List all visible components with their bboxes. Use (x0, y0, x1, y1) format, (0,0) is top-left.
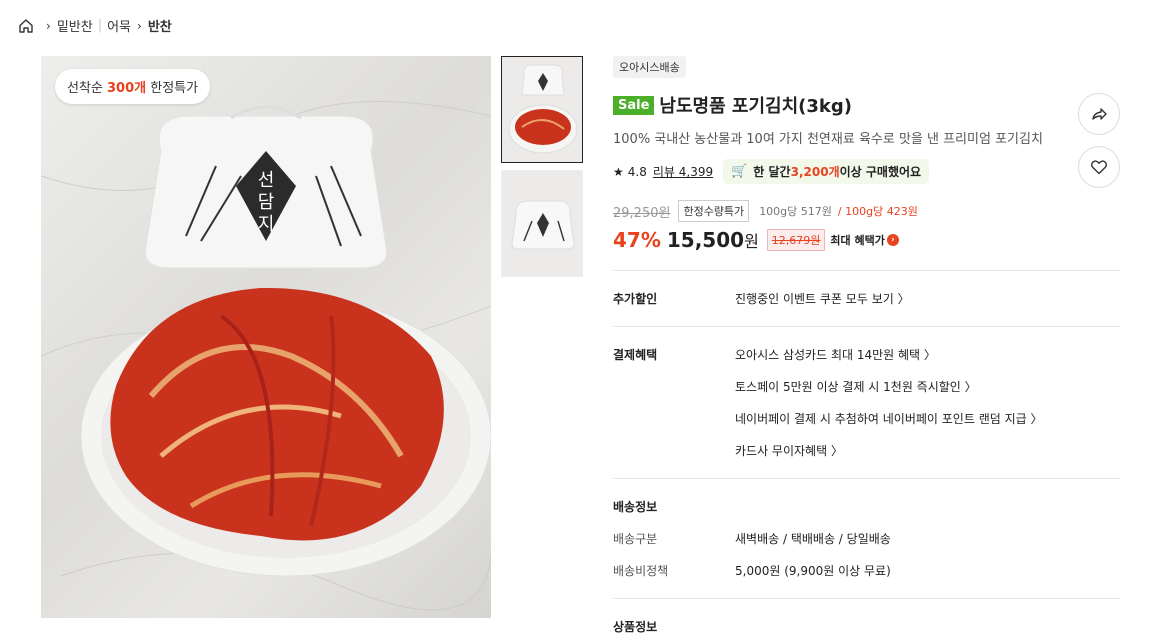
extra-discount-label: 추가할인 (613, 292, 658, 306)
product-title: 남도명품 포기김치(3kg) (659, 96, 853, 117)
breadcrumb: › 밑반찬 | 어묵 › 반찬 (18, 16, 172, 35)
rating-value: 4.8 (627, 164, 647, 179)
badge-prefix: 선착순 (67, 81, 108, 96)
kimchi-photo: 선 담 지 (41, 100, 491, 611)
price-meta-row: 29,250원 한정수량특가 100g당 517원 / 100g당 423원 (613, 200, 1120, 222)
original-price: 29,250원 (613, 205, 671, 221)
shipping-fee-value: 5,000원 (9,900원 이상 무료) (735, 564, 891, 578)
sale-badge: Sale (613, 95, 655, 115)
chevron-right-icon: › (46, 18, 51, 33)
sale-price: 15,500원 (667, 228, 759, 252)
divider (613, 598, 1120, 599)
shipping-method-row: 배송구분 새벽배송 / 택배배송 / 당일배송 (613, 530, 1120, 547)
badge-highlight: 300개 (107, 81, 147, 96)
unit-sale-price: / 100g당 423원 (837, 205, 918, 218)
divider (613, 270, 1120, 271)
shipping-fee-row: 배송비정책 5,000원 (9,900원 이상 무료) (613, 562, 1120, 579)
title-row: Sale 남도명품 포기김치(3kg) (613, 92, 1120, 118)
payment-benefit-toss[interactable]: 토스페이 5만원 이상 결제 시 1천원 즉시할인 〉 (735, 378, 1042, 395)
star-icon: ★ (613, 164, 624, 179)
limited-stock-badge: 선착순 300개 한정특가 (55, 69, 211, 104)
cart-icon: 🛒 (731, 164, 748, 179)
svg-text:지: 지 (258, 214, 275, 235)
sale-price-unit: 원 (744, 232, 759, 251)
payment-benefit-samsung[interactable]: 오아시스 삼성카드 최대 14만원 혜택 〉 (735, 346, 1042, 363)
breadcrumb-current[interactable]: 반찬 (148, 16, 172, 35)
badge-suffix: 한정특가 (146, 81, 199, 96)
breadcrumb-divider: | (97, 18, 103, 33)
shipping-fee-label: 배송비정책 (613, 564, 669, 578)
payment-benefit-naver[interactable]: 네이버페이 결제 시 추첨하여 네이버페이 포인트 랜덤 지급 〉 (735, 410, 1042, 427)
divider (613, 478, 1120, 479)
product-info: 오아시스배송 Sale 남도명품 포기김치(3kg) 100% 국내산 농산물과… (613, 56, 1120, 635)
purchase-count-chip: 🛒 한 달간 3,200개 이상 구매했어요 (723, 159, 930, 184)
review-link[interactable]: 리뷰 4,399 (653, 163, 713, 180)
divider (613, 326, 1120, 327)
benefit-price: 12,679원 (766, 229, 826, 251)
thumbnail-image (502, 57, 582, 162)
svg-text:선: 선 (258, 170, 275, 191)
buy-suffix: 이상 구매했어요 (839, 165, 922, 179)
product-info-heading: 상품정보 (613, 620, 658, 634)
price-row: 47% 15,500원 12,679원 최대 혜택가 › (613, 228, 1120, 252)
payment-benefits-section: 결제혜택 오아시스 삼성카드 최대 14만원 혜택 〉 토스페이 5만원 이상 … (613, 346, 1120, 459)
buy-count: 3,200개 (790, 165, 840, 179)
limited-deal-tag: 한정수량특가 (678, 200, 750, 222)
buy-prefix: 한 달간 (753, 165, 791, 179)
event-coupons-link[interactable]: 진행중인 이벤트 쿠폰 모두 보기 〉 (735, 290, 910, 307)
svg-text:담: 담 (258, 192, 275, 213)
sale-price-value: 15,500 (666, 228, 745, 252)
thumbnail-1[interactable] (501, 56, 583, 163)
product-subtitle: 100% 국내산 농산물과 10여 가지 천연재료 육수로 맛을 낸 프리미엄 … (613, 132, 1043, 147)
payment-benefit-card-installment[interactable]: 카드사 무이자혜택 〉 (735, 442, 1042, 459)
payment-benefits-label: 결제혜택 (613, 348, 658, 362)
delivery-tag: 오아시스배송 (613, 56, 686, 78)
chevron-right-icon: › (137, 18, 142, 33)
home-icon[interactable] (18, 18, 34, 34)
discount-rate: 47% (613, 228, 661, 252)
shipping-heading: 배송정보 (613, 500, 658, 514)
thumbnail-2[interactable] (501, 170, 583, 277)
shipping-method-value: 새벽배송 / 택배배송 / 당일배송 (735, 532, 891, 546)
extra-discount-section: 추가할인 진행중인 이벤트 쿠폰 모두 보기 〉 (613, 290, 1120, 307)
benefit-label-text: 최대 혜택가 (830, 234, 885, 247)
unit-price: 100g당 517원 (759, 205, 832, 218)
chevron-circle-icon: › (886, 234, 899, 246)
benefit-label-button[interactable]: 최대 혜택가 › (830, 232, 899, 248)
breadcrumb-item-level2[interactable]: 어묵 (107, 16, 131, 35)
breadcrumb-item-level1[interactable]: 밑반찬 (57, 16, 93, 35)
thumbnail-image (502, 171, 582, 276)
rating-row: ★ 4.8 리뷰 4,399 🛒 한 달간 3,200개 이상 구매했어요 (613, 159, 1120, 184)
product-main-image[interactable]: 선 담 지 선착순 300개 한정특가 (41, 56, 491, 618)
shipping-method-label: 배송구분 (613, 532, 658, 546)
